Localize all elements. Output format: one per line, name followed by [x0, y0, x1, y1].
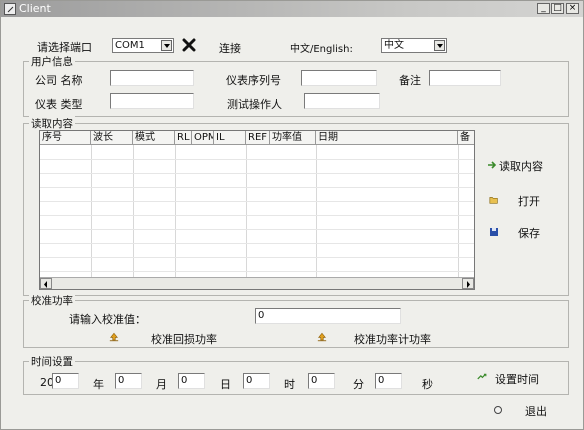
serial-input[interactable]: [301, 70, 377, 86]
operator-input[interactable]: [304, 93, 380, 109]
maximize-button[interactable]: □: [551, 3, 564, 14]
disconnect-x-icon[interactable]: [182, 38, 196, 52]
language-label: 中文/English:: [290, 44, 353, 55]
port-label: 请选择端口: [37, 41, 92, 54]
connect-label: 连接: [219, 42, 241, 55]
app-window: Client _ □ × 请选择端口 COM1 连接 中文/English: 中…: [0, 0, 584, 430]
set-time-button[interactable]: 设置时间: [477, 371, 547, 386]
row-divider: [40, 243, 474, 244]
save-button[interactable]: 保存: [489, 225, 545, 240]
calibrate-prompt-label: 请输入校准值：: [69, 313, 146, 326]
floppy-disk-icon: [490, 228, 498, 236]
exit-button[interactable]: 退出: [493, 403, 551, 418]
row-divider: [40, 229, 474, 230]
row-divider: [40, 257, 474, 258]
chevron-down-icon[interactable]: [434, 40, 445, 51]
exit-icon: [494, 406, 502, 414]
records-table[interactable]: 序号 波长 模式 RL OPM IL REF 功率值 日期 备注: [39, 130, 475, 290]
read-content-button-label: 读取内容: [499, 160, 543, 173]
column-header-il[interactable]: IL: [214, 131, 246, 144]
language-select-value: 中文: [384, 40, 404, 51]
app-icon: [4, 3, 16, 15]
serial-label: 仪表序列号: [226, 74, 281, 87]
calibrate-return-loss-button[interactable]: 校准回损功率: [109, 331, 225, 346]
time-settings-group-label: 时间设置: [29, 354, 75, 369]
column-header-index[interactable]: 序号: [40, 131, 91, 144]
remark-input[interactable]: [429, 70, 501, 86]
scroll-left-icon[interactable]: [40, 278, 52, 289]
set-time-button-label: 设置时间: [495, 373, 539, 386]
exit-button-label: 退出: [525, 405, 547, 418]
minute-input[interactable]: 0: [308, 373, 335, 389]
calibrate-power-meter-label: 校准功率计功率: [354, 333, 431, 346]
read-content-button[interactable]: 读取内容: [487, 158, 549, 173]
chevron-down-icon[interactable]: [161, 40, 172, 51]
read-content-group-label: 读取内容: [29, 116, 75, 131]
second-input[interactable]: 0: [375, 373, 402, 389]
year-label: 年: [93, 378, 104, 391]
calibrate-group-label: 校准功率: [29, 293, 75, 308]
operator-label: 测试操作人: [227, 98, 282, 111]
year-input[interactable]: 0: [52, 373, 79, 389]
column-header-power[interactable]: 功率值: [270, 131, 316, 144]
second-label: 秒: [422, 378, 433, 391]
company-input[interactable]: [110, 70, 194, 86]
close-button[interactable]: ×: [566, 3, 579, 14]
column-header-ref[interactable]: REF: [246, 131, 270, 144]
row-divider: [40, 215, 474, 216]
column-header-opm[interactable]: OPM: [192, 131, 214, 144]
minimize-button[interactable]: _: [537, 3, 550, 14]
hour-input[interactable]: 0: [243, 373, 270, 389]
scroll-right-icon[interactable]: [462, 278, 474, 289]
open-button[interactable]: 打开: [489, 193, 545, 208]
port-select-value: COM1: [115, 40, 145, 51]
open-button-label: 打开: [518, 195, 540, 208]
calibrate-icon: [109, 332, 119, 342]
language-select[interactable]: 中文: [381, 38, 447, 53]
minute-label: 分: [353, 378, 364, 391]
calibrate-value-input[interactable]: 0: [255, 308, 401, 324]
horizontal-scrollbar[interactable]: [40, 277, 474, 289]
day-label: 日: [220, 378, 231, 391]
day-input[interactable]: 0: [178, 373, 205, 389]
meter-type-label: 仪表 类型: [35, 98, 83, 111]
column-header-date[interactable]: 日期: [316, 131, 458, 144]
table-header: 序号 波长 模式 RL OPM IL REF 功率值 日期 备注: [40, 131, 474, 145]
calibrate-return-loss-label: 校准回损功率: [151, 333, 217, 346]
company-label: 公司 名称: [35, 74, 83, 87]
window-title: Client: [19, 2, 51, 15]
row-divider: [40, 159, 474, 160]
row-divider: [40, 173, 474, 174]
row-divider: [40, 271, 474, 272]
month-label: 月: [156, 378, 167, 391]
arrow-right-icon: [488, 161, 497, 169]
hour-label: 时: [284, 378, 295, 391]
save-button-label: 保存: [518, 227, 540, 240]
user-info-group-label: 用户信息: [29, 54, 75, 69]
calibrate-icon: [317, 332, 327, 342]
month-input[interactable]: 0: [115, 373, 142, 389]
calibrate-power-meter-button[interactable]: 校准功率计功率: [317, 331, 437, 346]
column-header-remark[interactable]: 备注: [458, 131, 474, 144]
column-header-wavelength[interactable]: 波长: [91, 131, 133, 144]
meter-type-input[interactable]: [110, 93, 194, 109]
title-bar[interactable]: Client _ □ ×: [1, 1, 583, 17]
row-divider: [40, 201, 474, 202]
folder-open-icon: [489, 197, 498, 204]
set-time-icon: [477, 373, 487, 380]
remark-label: 备注: [399, 74, 421, 87]
column-header-mode[interactable]: 模式: [133, 131, 175, 144]
column-header-rl[interactable]: RL: [175, 131, 192, 144]
port-select[interactable]: COM1: [112, 38, 174, 53]
row-divider: [40, 187, 474, 188]
